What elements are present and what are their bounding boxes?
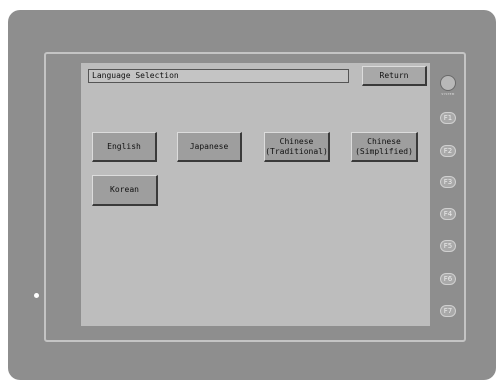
page-title: Language Selection (88, 69, 349, 83)
touch-screen: Language Selection Return English Japane… (81, 63, 430, 326)
system-button[interactable] (440, 75, 456, 91)
chinese-traditional-button[interactable]: Chinese (Traditional) (264, 132, 330, 162)
f5-key[interactable]: F5 (440, 240, 456, 252)
english-button[interactable]: English (92, 132, 157, 162)
f4-key[interactable]: F4 (440, 208, 456, 220)
japanese-button[interactable]: Japanese (177, 132, 242, 162)
f6-key[interactable]: F6 (440, 273, 456, 285)
f2-key[interactable]: F2 (440, 145, 456, 157)
f1-key[interactable]: F1 (440, 112, 456, 124)
f7-key[interactable]: F7 (440, 305, 456, 317)
system-label: SYSTEM (441, 92, 455, 96)
korean-button[interactable]: Korean (92, 175, 158, 206)
return-button[interactable]: Return (362, 66, 427, 86)
chinese-simplified-button[interactable]: Chinese (Simplified) (351, 132, 418, 162)
power-led-indicator (34, 293, 39, 298)
f3-key[interactable]: F3 (440, 176, 456, 188)
